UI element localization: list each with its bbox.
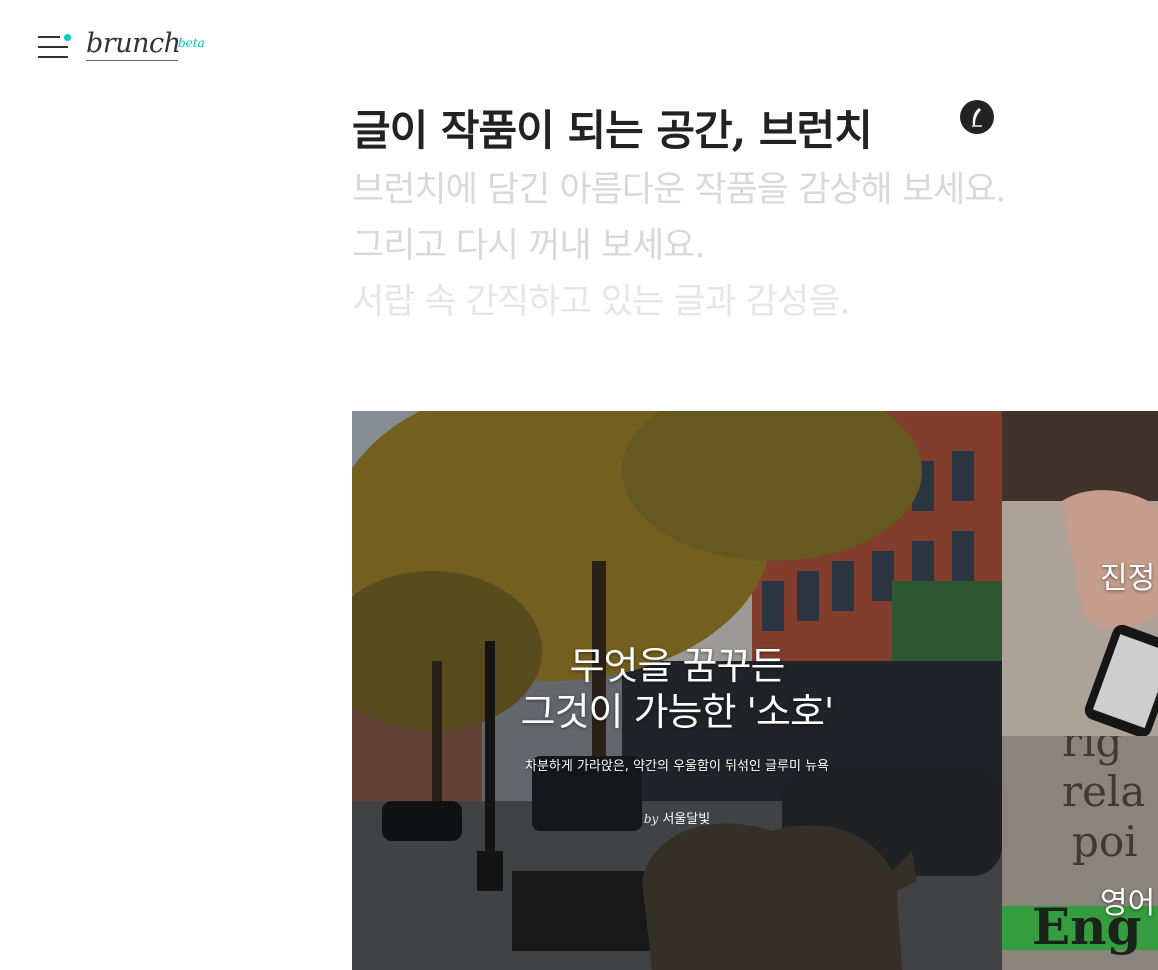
menu-button[interactable]: [38, 34, 72, 64]
featured-description: 차분하게 가라앉은, 약간의 우울함이 뒤섞인 글루미 뉴욕: [524, 759, 829, 774]
side-card-2-title: 영어: [1100, 886, 1156, 921]
featured-card-side-1[interactable]: 진정: [1002, 411, 1158, 736]
featured-card-text: 무엇을 꿈꾸든 그것이 가능한 '소호' 차분하게 가라앉은, 약간의 우울함이…: [352, 643, 1002, 827]
author-by-label: by: [643, 812, 659, 826]
intro-line-1: 브런치에 담긴 아름다운 작품을 감상해 보세요.: [352, 170, 1007, 210]
featured-title-line-2: 그것이 가능한 '소호': [520, 690, 835, 734]
pen-nib-icon: [960, 100, 994, 134]
logo-underline: [86, 60, 178, 61]
dictionary-page-photo: rig rela poi Eng: [1002, 736, 1158, 970]
side-card-1-title: 진정: [1100, 561, 1156, 596]
logo-beta-badge: beta: [178, 36, 205, 50]
intro-line-3: 서랍 속 간직하고 있는 글과 감성을.: [352, 282, 851, 322]
featured-articles: 무엇을 꿈꾸든 그것이 가능한 '소호' 차분하게 가라앉은, 약간의 우울함이…: [352, 411, 1158, 970]
intro-line-2: 그리고 다시 꺼내 보세요.: [352, 226, 706, 266]
featured-author[interactable]: by 서울달빛: [352, 808, 1002, 827]
intro-section: 글이 작품이 되는 공간, 브런치 브런치에 담긴 아름다운 작품을 감상해 보…: [352, 100, 1152, 330]
author-name: 서울달빛: [662, 812, 711, 827]
top-header: brunch beta: [0, 0, 1158, 90]
page-title: 글이 작품이 되는 공간, 브런치: [352, 106, 873, 155]
logo-text: brunch: [86, 28, 181, 59]
featured-card-main[interactable]: 무엇을 꿈꾸든 그것이 가능한 '소호' 차분하게 가라앉은, 약간의 우울함이…: [352, 411, 1002, 970]
notification-dot: [64, 34, 71, 41]
featured-card-side-2[interactable]: rig rela poi Eng 영어: [1002, 736, 1158, 970]
menu-bar-3: [38, 56, 68, 58]
menu-bar-2: [38, 46, 68, 48]
featured-title-line-1: 무엇을 꿈꾸든: [569, 644, 786, 688]
hamburger-menu-icon: [38, 36, 60, 38]
brunch-logo[interactable]: brunch beta: [86, 28, 205, 68]
